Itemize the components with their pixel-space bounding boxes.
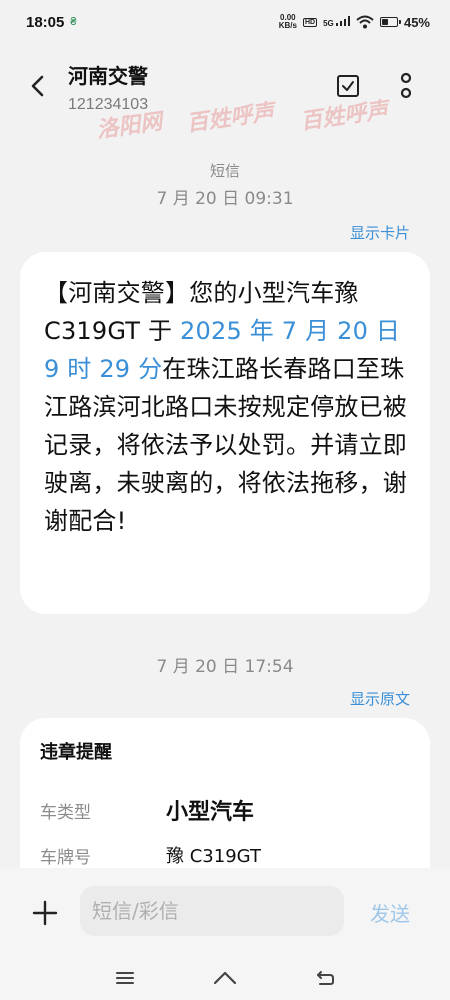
back-nav-button[interactable] — [310, 964, 340, 992]
currency-notification-icon: ₴ — [70, 16, 77, 28]
network-type-label: 5G — [323, 19, 334, 28]
add-attachment-button[interactable] — [30, 898, 60, 928]
return-icon — [317, 971, 334, 985]
menu-nav-button[interactable] — [110, 964, 140, 992]
contact-name: 河南交警 — [68, 64, 148, 88]
battery-percent: 45% — [403, 14, 430, 30]
hd-badge: HD — [302, 17, 318, 27]
card-value: 豫 C319GT — [166, 846, 261, 867]
system-nav-bar — [0, 958, 450, 1000]
home-nav-button[interactable] — [210, 964, 240, 992]
status-icons: 0.00 KB/s HD 5G 45% — [279, 14, 430, 30]
battery-icon — [379, 17, 401, 27]
message-text: 【河南交警】您的小型汽车豫C319GT 于 2025 年 7 月 20 日 9 … — [44, 274, 408, 540]
message-input[interactable] — [80, 886, 344, 936]
send-button[interactable]: 发送 — [370, 898, 410, 927]
more-vertical-icon — [400, 72, 412, 99]
status-time: 18:05 — [26, 13, 65, 31]
message-timestamp: 7 月 20 日 09:31 — [156, 189, 294, 209]
card-row-vehicle-type: 车类型 小型汽车 — [40, 794, 254, 826]
card-value: 小型汽车 — [166, 800, 255, 825]
card-row-plate-number: 车牌号 豫 C319GT — [40, 842, 261, 868]
back-button[interactable] — [22, 70, 54, 102]
card-title: 违章提醒 — [40, 742, 112, 763]
composer-bar: 发送 — [0, 868, 450, 958]
home-icon — [213, 971, 237, 985]
message-bubble[interactable]: 【河南交警】您的小型汽车豫C319GT 于 2025 年 7 月 20 日 9 … — [20, 252, 430, 614]
plus-icon — [32, 900, 58, 926]
more-options-button[interactable] — [392, 70, 420, 102]
network-type: 5G — [323, 16, 350, 28]
show-original-link[interactable]: 显示原文 — [350, 688, 410, 709]
status-bar: 18:05 ₴ 0.00 KB/s HD 5G 45% — [0, 0, 450, 44]
show-card-link[interactable]: 显示卡片 — [350, 222, 410, 243]
wifi-icon — [356, 15, 374, 29]
chevron-left-icon — [31, 75, 44, 97]
message-timestamp: 7 月 20 日 17:54 — [156, 657, 294, 677]
menu-icon — [116, 972, 134, 984]
signal-icon — [335, 16, 350, 26]
checkbox-icon — [337, 75, 359, 97]
network-speed-unit: KB/s — [278, 21, 297, 30]
network-speed: 0.00 KB/s — [279, 14, 297, 30]
card-label: 车牌号 — [40, 847, 91, 868]
card-label: 车类型 — [40, 802, 91, 823]
channel-label: 短信 — [209, 162, 240, 180]
conversation-header: 河南交警 121234103 — [0, 44, 450, 140]
contact-number: 121234103 — [68, 96, 149, 113]
select-messages-button[interactable] — [334, 72, 362, 100]
